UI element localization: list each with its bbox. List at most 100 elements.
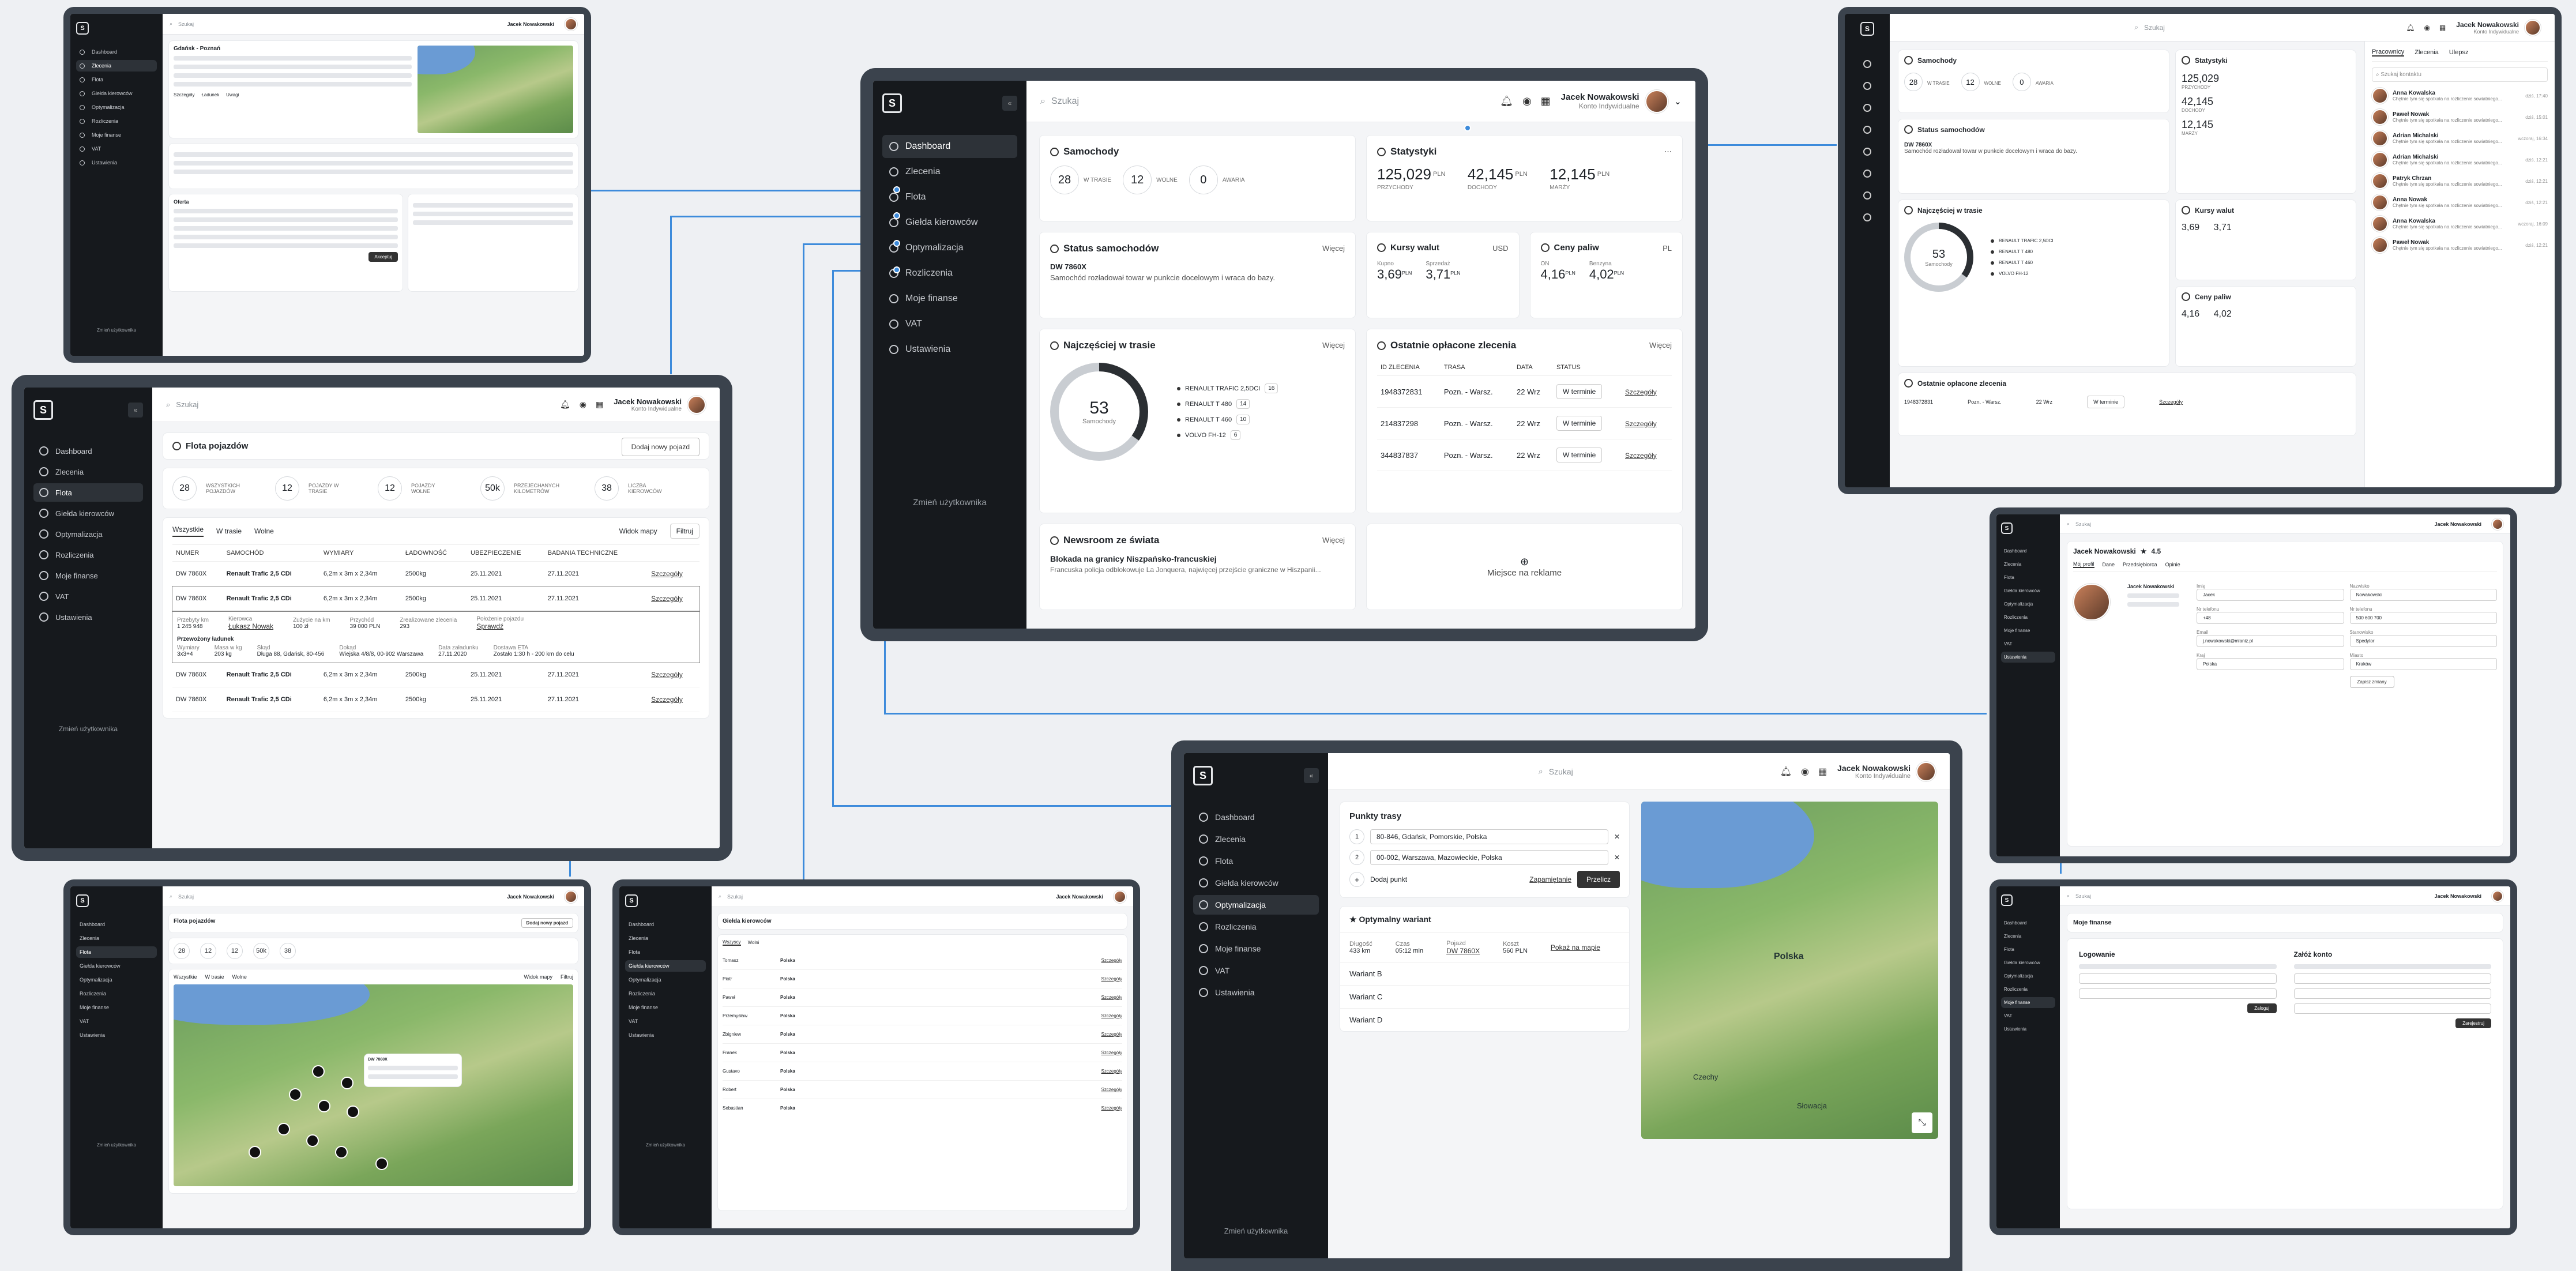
accept-button[interactable]: Akceptuj	[368, 252, 398, 262]
table-row-expanded[interactable]: DW 7860X Renault Trafic 2,5 CDi 6,2m x 3m …	[172, 585, 700, 612]
currency-select[interactable]: USD	[1492, 244, 1508, 253]
nav-settings[interactable]: Ustawienia	[882, 338, 1017, 361]
close-icon[interactable]: ✕	[1614, 853, 1620, 862]
nav-settings[interactable]: Ustawienia	[1193, 983, 1319, 1002]
plus-icon[interactable]: +	[1349, 872, 1364, 887]
driver-row[interactable]: Piotr Polska Szczegóły	[723, 970, 1122, 988]
collapse-icon[interactable]: «	[1002, 96, 1017, 111]
driver-row[interactable]: Paweł Polska Szczegóły	[723, 988, 1122, 1007]
bell-icon[interactable]: 🔔︎	[560, 400, 570, 409]
truck-pin[interactable]	[375, 1157, 388, 1170]
country-select[interactable]: PL	[1663, 244, 1672, 253]
driver-row[interactable]: Gustavo Polska Szczegóły	[723, 1062, 1122, 1081]
map-view-toggle[interactable]: Widok mapy	[619, 527, 657, 535]
close-icon[interactable]: ✕	[1614, 833, 1620, 841]
nav-vat[interactable]: VAT	[33, 587, 143, 606]
truck-pin[interactable]	[312, 1065, 325, 1078]
nav-optimization[interactable]: Optymalizacja	[76, 101, 157, 113]
driver-row[interactable]: Przemysław Polska Szczegóły	[723, 1007, 1122, 1025]
nav-optimization[interactable]: Optymalizacja	[1193, 895, 1319, 915]
nav-orders[interactable]: Zlecenia	[33, 462, 143, 481]
nav-settlements[interactable]: Rozliczenia	[33, 546, 143, 564]
nav-orders[interactable]: Zlecenia	[882, 160, 1017, 183]
contact-item[interactable]: Patryk Chrzan Chętnie tym się spotkała na…	[2372, 173, 2548, 189]
table-row[interactable]: DW 7860X Renault Trafic 2,5 CDi 6,2m x 3m …	[172, 687, 700, 712]
nav-fleet[interactable]: Flota	[33, 483, 143, 502]
nav-finance[interactable]: Moje finanse	[33, 566, 143, 585]
contact-item[interactable]: Adrian Michalski Chętnie tym się spotkała…	[2372, 152, 2548, 168]
nav-orders[interactable]: Zlecenia	[1193, 829, 1319, 849]
more-link[interactable]: Więcej	[1322, 244, 1345, 253]
collapse-icon[interactable]: «	[1304, 768, 1319, 783]
change-user-link[interactable]: Zmień użytkownika	[873, 498, 1026, 507]
chat-icon[interactable]: ◉	[1801, 766, 1809, 777]
nav-finance[interactable]: Moje finanse	[76, 129, 157, 141]
nav-orders[interactable]: Zlecenia	[76, 60, 157, 72]
route-map[interactable]: Polska Czechy Słowacja ⤡	[1641, 802, 1938, 1139]
best-variant-header[interactable]: ★ Optymalny wariant	[1340, 907, 1629, 933]
more-link[interactable]: Więcej	[1322, 341, 1345, 349]
search-input[interactable]: ⌕ Szukaj	[166, 400, 550, 409]
fleet-map[interactable]: DW 7860X	[174, 984, 573, 1186]
more-link[interactable]: Więcej	[1649, 341, 1672, 349]
search-input[interactable]: ⌕ Szukaj	[1040, 96, 1490, 107]
more-link[interactable]: Więcej	[1322, 536, 1345, 544]
nav-fleet[interactable]: Flota	[1193, 851, 1319, 871]
collapse-icon[interactable]: «	[128, 403, 143, 418]
more-options-icon[interactable]: ⋯	[1664, 147, 1672, 156]
nav-drivers[interactable]: Giełda kierowców	[33, 504, 143, 522]
contact-item[interactable]: Paweł Nowak Chętnie tym się spotkała na r…	[2372, 237, 2548, 253]
nav-drivers[interactable]: Giełda kierowców	[76, 88, 157, 99]
truck-pin[interactable]	[249, 1146, 261, 1159]
driver-row[interactable]: Robert Polska Szczegóły	[723, 1081, 1122, 1099]
nav-dashboard[interactable]: Dashboard	[76, 46, 157, 58]
register-button[interactable]: Zarejestruj	[2455, 1018, 2491, 1028]
nav-finance[interactable]: Moje finanse	[1193, 939, 1319, 958]
truck-pin[interactable]	[289, 1088, 302, 1101]
nav-dashboard[interactable]: Dashboard	[1193, 807, 1319, 827]
details-link[interactable]: Szczegóły	[1625, 420, 1657, 428]
tab-employees[interactable]: Pracownicy	[2372, 48, 2405, 57]
variant-row[interactable]: Wariant D	[1340, 1009, 1629, 1031]
expand-icon[interactable]: ⤡	[1912, 1112, 1932, 1133]
details-link[interactable]: Szczegóły	[1625, 452, 1657, 460]
nav-optimization[interactable]: Optymalizacja	[882, 236, 1017, 260]
contact-item[interactable]: Anna Kowalska Chętnie tym się spotkała na…	[2372, 216, 2548, 232]
tab-free[interactable]: Wolne	[254, 527, 274, 535]
driver-row[interactable]: Franek Polska Szczegóły	[723, 1044, 1122, 1062]
route-point-input[interactable]: 80-846, Gdańsk, Pomorskie, Polska	[1370, 829, 1608, 844]
variant-row[interactable]: Wariant B	[1340, 962, 1629, 986]
nav-vat[interactable]: VAT	[882, 313, 1017, 336]
truck-pin[interactable]	[347, 1105, 359, 1118]
tab-all[interactable]: Wszystkie	[172, 525, 204, 537]
nav-vat[interactable]: VAT	[1193, 961, 1319, 980]
variant-row[interactable]: Wariant C	[1340, 986, 1629, 1009]
driver-row[interactable]: Zbigniew Polska Szczegóły	[723, 1025, 1122, 1044]
chat-icon[interactable]: ◉	[580, 400, 586, 409]
truck-pin[interactable]	[306, 1134, 319, 1147]
nav-dashboard[interactable]: Dashboard	[33, 442, 143, 460]
nav-optimization[interactable]: Optymalizacja	[33, 525, 143, 543]
bell-icon[interactable]: 🔔︎	[1500, 95, 1513, 107]
nav-dashboard[interactable]: Dashboard	[882, 135, 1017, 158]
chat-icon[interactable]: ◉	[1522, 95, 1532, 107]
calendar-icon[interactable]: ▦	[1818, 766, 1827, 777]
nav-fleet[interactable]: Flota	[76, 74, 157, 85]
filter-button[interactable]: Filtruj	[670, 524, 700, 539]
details-link[interactable]: Szczegóły	[651, 570, 683, 578]
driver-row[interactable]: Tomasz Polska Szczegóły	[723, 952, 1122, 970]
nav-settings[interactable]: Ustawienia	[33, 608, 143, 626]
nav-drivers[interactable]: Giełda kierowców	[882, 211, 1017, 234]
save-button[interactable]: Zapisz zmiany	[2349, 676, 2394, 688]
add-vehicle-button[interactable]: Dodaj nowy pojazd	[621, 438, 700, 456]
driver-row[interactable]: Sebastian Polska Szczegóły	[723, 1099, 1122, 1117]
truck-pin[interactable]	[341, 1077, 354, 1089]
nav-settings[interactable]: Ustawienia	[76, 157, 157, 168]
calendar-icon[interactable]: ▦	[1541, 95, 1551, 107]
nav-fleet[interactable]: Flota	[882, 186, 1017, 209]
contact-item[interactable]: Adrian Michalski Chętnie tym się spotkała…	[2372, 130, 2548, 146]
truck-pin[interactable]	[318, 1100, 330, 1112]
bell-icon[interactable]: 🔔︎	[1780, 766, 1792, 777]
tab-on-route[interactable]: W trasie	[216, 527, 242, 535]
contact-search[interactable]: ⌕ Szukaj kontaktu	[2372, 67, 2548, 82]
